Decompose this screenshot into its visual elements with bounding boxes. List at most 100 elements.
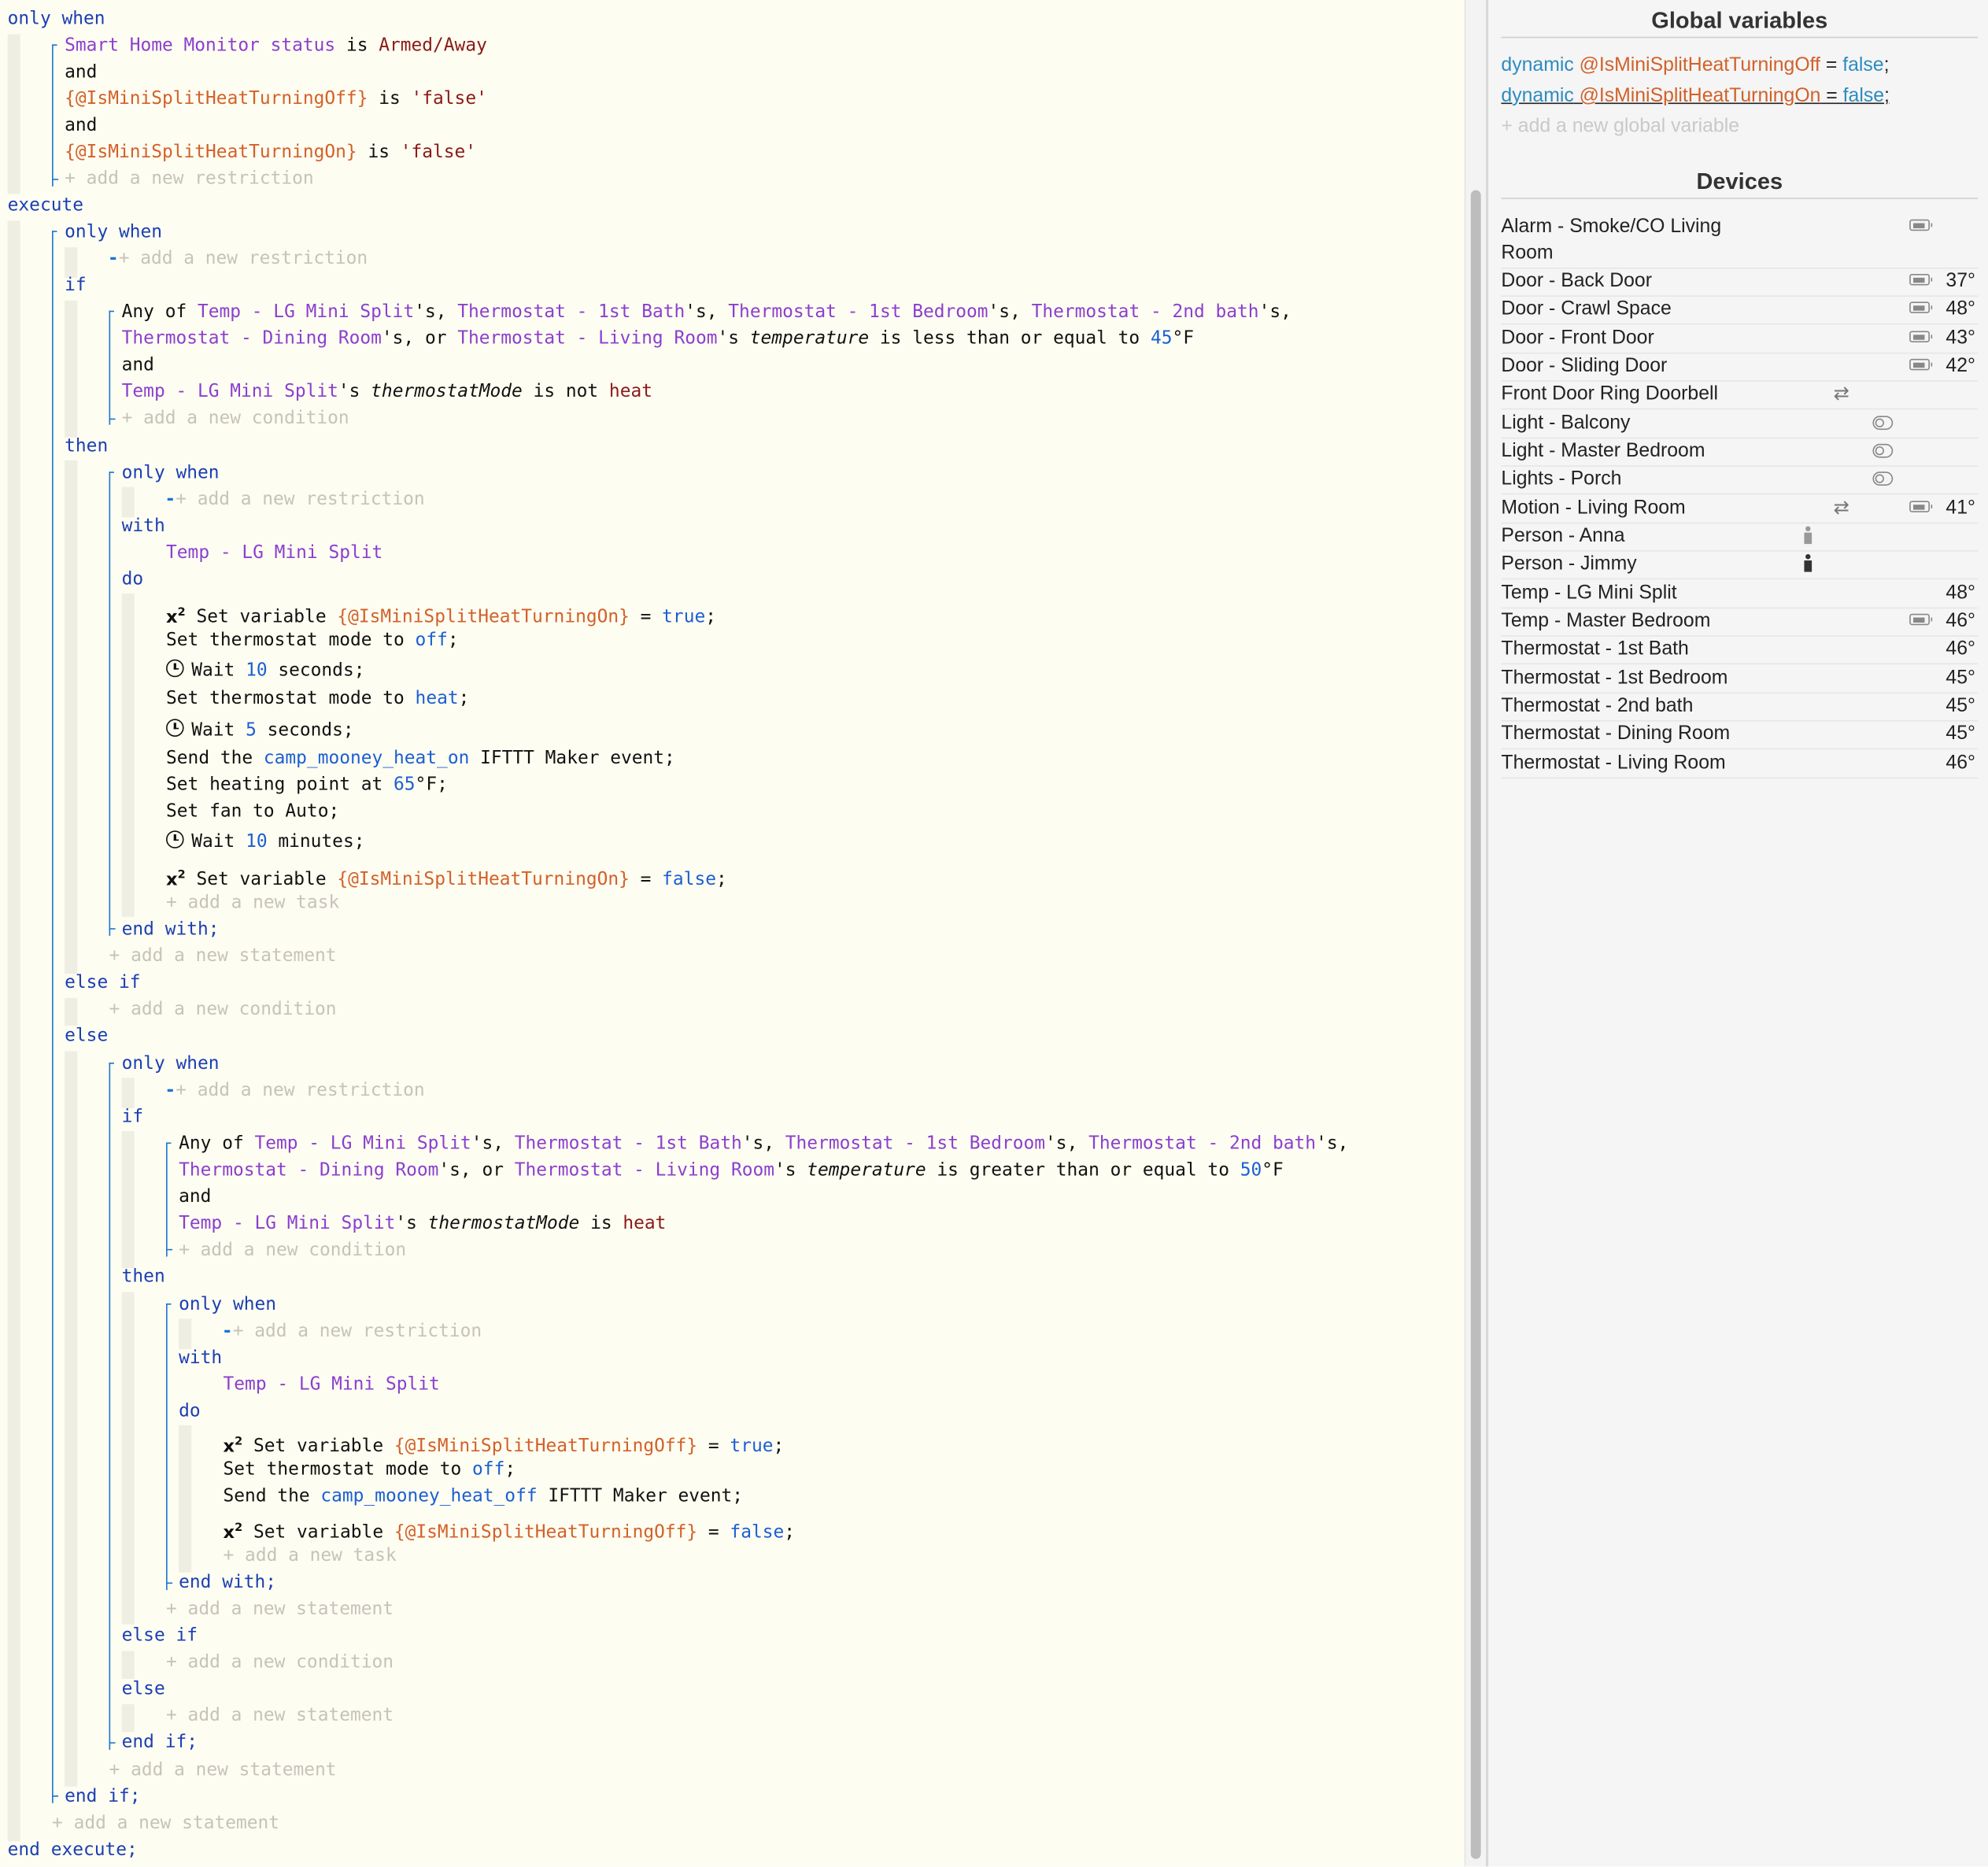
task-heating-point[interactable]: Set heating point at 65°F; bbox=[166, 772, 448, 799]
condition-temperature-ge-cont[interactable]: Thermostat - Dining Room's, or Thermosta… bbox=[179, 1158, 1284, 1185]
end-if-keyword[interactable]: end if; bbox=[65, 1784, 140, 1811]
add-condition-link[interactable]: + add a new condition bbox=[179, 1237, 406, 1264]
device-row[interactable]: Thermostat - 1st Bath 46° bbox=[1501, 635, 1979, 665]
add-statement-link[interactable]: + add a new statement bbox=[166, 1596, 394, 1623]
task-set-variable[interactable]: x2 Set variable {@IsMiniSplitHeatTurning… bbox=[166, 600, 716, 627]
editor-scrollbar[interactable] bbox=[1464, 0, 1487, 1867]
task-ifttt[interactable]: Send the camp_mooney_heat_on IFTTT Maker… bbox=[166, 745, 675, 772]
add-statement-link[interactable]: + add a new statement bbox=[109, 944, 337, 970]
then-only-when[interactable]: only when bbox=[179, 1292, 276, 1319]
device-row[interactable]: Thermostat - 2nd bath 45° bbox=[1501, 693, 1979, 722]
condition-temperature-le[interactable]: Any of Temp - LG Mini Split's, Thermosta… bbox=[122, 299, 1291, 326]
task-set-mode[interactable]: Set thermostat mode to off; bbox=[224, 1457, 516, 1484]
battery-icon bbox=[1909, 268, 1933, 295]
task-fan[interactable]: Set fan to Auto; bbox=[166, 799, 339, 826]
execute-keyword[interactable]: execute bbox=[8, 193, 83, 220]
bracket-cap bbox=[166, 1582, 173, 1584]
then-keyword[interactable]: then bbox=[65, 434, 108, 460]
task-wait[interactable]: Wait 10 minutes; bbox=[166, 830, 364, 856]
and-operator[interactable]: and bbox=[179, 1185, 211, 1211]
task-set-mode[interactable]: Set thermostat mode to off; bbox=[166, 627, 459, 654]
restriction-var-on[interactable]: {@IsMiniSplitHeatTurningOn} is 'false' bbox=[65, 139, 476, 166]
task-set-mode[interactable]: Set thermostat mode to heat; bbox=[166, 686, 469, 713]
if-keyword[interactable]: if bbox=[122, 1104, 144, 1131]
end-with-keyword[interactable]: end with; bbox=[179, 1569, 276, 1596]
add-restriction-link[interactable]: -+ add a new restriction bbox=[108, 246, 368, 273]
task-set-variable[interactable]: x2 Set variable {@IsMiniSplitHeatTurning… bbox=[224, 1515, 795, 1543]
condition-mode-not-heat[interactable]: Temp - LG Mini Split's thermostatMode is… bbox=[122, 379, 652, 406]
else-if-keyword[interactable]: else if bbox=[122, 1623, 198, 1650]
else-keyword[interactable]: else bbox=[122, 1677, 165, 1703]
end-if-keyword[interactable]: end if; bbox=[122, 1729, 198, 1756]
with-device[interactable]: Temp - LG Mini Split bbox=[224, 1372, 440, 1399]
do-keyword[interactable]: do bbox=[179, 1399, 201, 1425]
add-restriction-link[interactable]: -+ add a new restriction bbox=[222, 1318, 482, 1345]
device-row[interactable]: Door - Front Door 43° bbox=[1501, 324, 1979, 354]
device-row[interactable]: Lights - Porch bbox=[1501, 465, 1979, 495]
device-row[interactable]: Door - Crawl Space 48° bbox=[1501, 295, 1979, 325]
task-set-variable[interactable]: x2 Set variable {@IsMiniSplitHeatTurning… bbox=[224, 1429, 785, 1457]
add-restriction-link[interactable]: -+ add a new restriction bbox=[164, 487, 424, 514]
top-only-when[interactable]: only when bbox=[8, 6, 105, 33]
add-task-link[interactable]: + add a new task bbox=[166, 890, 339, 917]
then-keyword[interactable]: then bbox=[122, 1264, 165, 1291]
task-ifttt[interactable]: Send the camp_mooney_heat_off IFTTT Make… bbox=[224, 1484, 744, 1510]
add-statement-link[interactable]: + add a new statement bbox=[52, 1811, 279, 1838]
indent-bar bbox=[121, 1651, 135, 1679]
device-row[interactable]: Motion - Living Room ⇄ 41° bbox=[1501, 494, 1979, 524]
do-keyword[interactable]: do bbox=[122, 567, 144, 593]
else-if-keyword[interactable]: else if bbox=[65, 970, 140, 996]
global-variable[interactable]: dynamic @IsMiniSplitHeatTurningOff = fal… bbox=[1501, 50, 1889, 79]
with-keyword[interactable]: with bbox=[179, 1345, 222, 1372]
device-row[interactable]: Door - Sliding Door 42° bbox=[1501, 353, 1979, 382]
add-statement-link[interactable]: + add a new statement bbox=[109, 1758, 337, 1784]
task-wait[interactable]: Wait 5 seconds; bbox=[166, 718, 354, 745]
add-restriction-link[interactable]: + add a new restriction bbox=[65, 166, 314, 193]
condition-temperature-ge[interactable]: Any of Temp - LG Mini Split's, Thermosta… bbox=[179, 1131, 1348, 1158]
task-set-variable[interactable]: x2 Set variable {@IsMiniSplitHeatTurning… bbox=[166, 862, 727, 890]
and-operator[interactable]: and bbox=[122, 353, 154, 379]
and-operator[interactable]: and bbox=[65, 60, 97, 87]
indent-bar bbox=[121, 1292, 135, 1625]
restriction-shm[interactable]: Smart Home Monitor status is Armed/Away bbox=[65, 33, 487, 60]
add-restriction-link[interactable]: -+ add a new restriction bbox=[164, 1078, 424, 1104]
global-variable[interactable]: dynamic @IsMiniSplitHeatTurningOn = fals… bbox=[1501, 81, 1890, 110]
then-only-when[interactable]: only when bbox=[122, 460, 220, 487]
then-bracket bbox=[166, 1303, 168, 1591]
end-execute-keyword[interactable]: end execute; bbox=[8, 1837, 138, 1864]
else-keyword[interactable]: else bbox=[65, 1023, 108, 1050]
if-only-when[interactable]: only when bbox=[65, 220, 162, 246]
add-statement-link[interactable]: + add a new statement bbox=[166, 1703, 394, 1730]
device-row[interactable]: Alarm - Smoke/CO Living Room bbox=[1501, 213, 1979, 269]
condition-mode-heat[interactable]: Temp - LG Mini Split's thermostatMode is… bbox=[179, 1211, 666, 1238]
else-only-when[interactable]: only when bbox=[122, 1052, 220, 1078]
device-row[interactable]: Temp - LG Mini Split 48° bbox=[1501, 579, 1979, 609]
device-row[interactable]: Person - Jimmy bbox=[1501, 550, 1979, 580]
add-condition-link[interactable]: + add a new condition bbox=[166, 1650, 394, 1677]
with-keyword[interactable]: with bbox=[122, 513, 165, 540]
if-keyword[interactable]: if bbox=[65, 272, 87, 299]
add-task-link[interactable]: + add a new task bbox=[224, 1544, 397, 1570]
bracket-cap bbox=[109, 1742, 116, 1744]
scrollbar-thumb[interactable] bbox=[1470, 190, 1481, 1859]
with-device[interactable]: Temp - LG Mini Split bbox=[166, 540, 382, 567]
add-condition-link[interactable]: + add a new condition bbox=[122, 406, 349, 433]
end-with-keyword[interactable]: end with; bbox=[122, 917, 220, 944]
task-wait[interactable]: Wait 10 seconds; bbox=[166, 658, 364, 685]
device-row[interactable]: Temp - Master Bedroom 46° bbox=[1501, 608, 1979, 637]
device-row[interactable]: Door - Back Door 37° bbox=[1501, 268, 1979, 297]
and-operator[interactable]: and bbox=[65, 113, 97, 139]
device-row[interactable]: Front Door Ring Doorbell ⇄ bbox=[1501, 380, 1979, 410]
clock-icon bbox=[166, 719, 184, 737]
device-row[interactable]: Person - Anna bbox=[1501, 523, 1979, 552]
device-row[interactable]: Thermostat - Dining Room 45° bbox=[1501, 720, 1979, 750]
device-row[interactable]: Light - Balcony bbox=[1501, 409, 1979, 439]
add-condition-link[interactable]: + add a new condition bbox=[109, 996, 337, 1023]
device-row[interactable]: Thermostat - 1st Bedroom 45° bbox=[1501, 664, 1979, 694]
device-row[interactable]: Thermostat - Living Room 46° bbox=[1501, 749, 1979, 779]
restriction-var-off[interactable]: {@IsMiniSplitHeatTurningOff} is 'false' bbox=[65, 87, 487, 113]
device-row[interactable]: Light - Master Bedroom bbox=[1501, 438, 1979, 467]
condition-temperature-le-cont[interactable]: Thermostat - Dining Room's, or Thermosta… bbox=[122, 326, 1194, 353]
bracket-cap bbox=[52, 44, 57, 46]
add-global-variable-link[interactable]: + add a new global variable bbox=[1501, 112, 1739, 141]
